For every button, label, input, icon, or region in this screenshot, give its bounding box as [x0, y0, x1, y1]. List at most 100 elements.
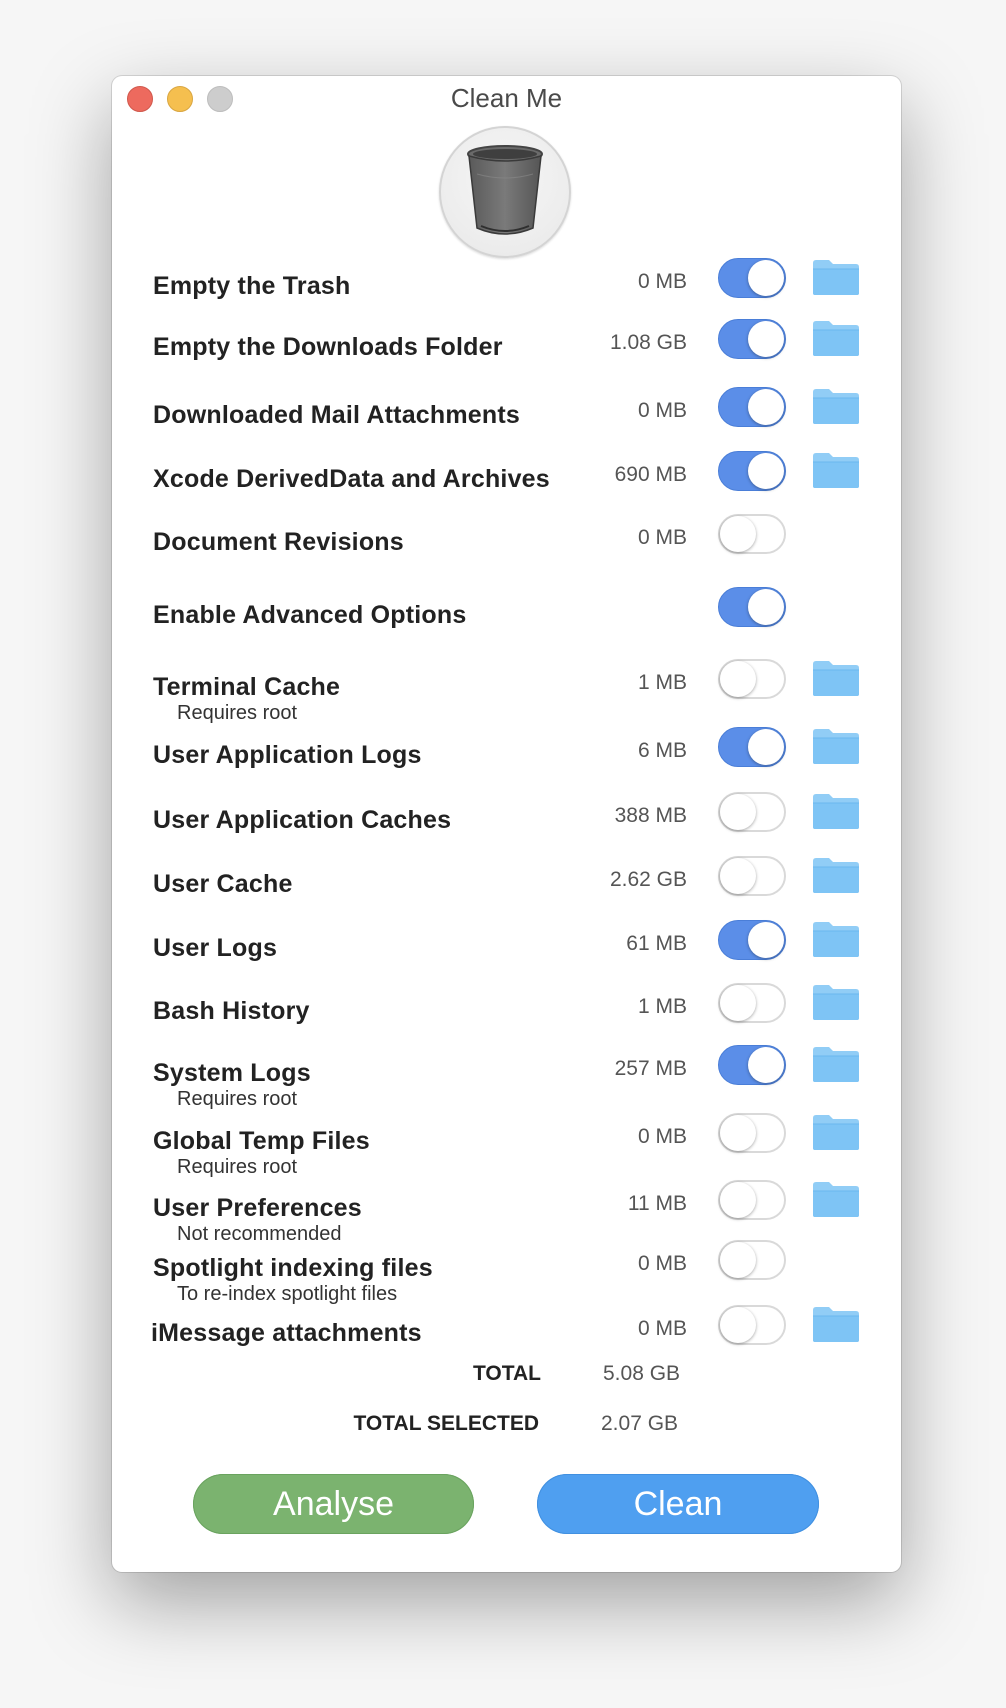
folder-icon[interactable] — [812, 856, 860, 894]
option-row-user-application-caches: User Application Caches 388 MB — [112, 792, 901, 856]
option-size: 1 MB — [637, 995, 687, 1018]
toggle-terminal-cache[interactable] — [718, 659, 786, 699]
option-label: Empty the Downloads Folder — [153, 333, 503, 361]
total-label: TOTAL — [472, 1362, 541, 1385]
folder-icon[interactable] — [812, 1180, 860, 1218]
analyse-button[interactable]: Analyse — [193, 1474, 474, 1534]
option-row-spotlight-indexing-files: Spotlight indexing files To re-index spot… — [112, 1240, 901, 1305]
clean-me-window: Clean Me Empty the Trash 0 MB Empty the Do… — [112, 76, 901, 1572]
option-sublabel: Requires root — [177, 1088, 298, 1110]
option-label: Downloaded Mail Attachments — [153, 401, 521, 429]
folder-icon[interactable] — [812, 1113, 860, 1151]
option-label: User Application Logs — [153, 741, 422, 769]
toggle-knob — [720, 661, 756, 697]
option-label: iMessage attachments — [151, 1319, 422, 1347]
toggle-knob — [720, 1182, 756, 1218]
option-size: 1.08 GB — [609, 331, 687, 354]
folder-icon[interactable] — [812, 920, 860, 958]
toggle-knob — [720, 1242, 756, 1278]
toggle-knob — [748, 589, 784, 625]
folder-icon[interactable] — [812, 792, 860, 830]
folder-icon[interactable] — [812, 659, 860, 697]
toggle-user-application-caches[interactable] — [718, 792, 786, 832]
option-label: Enable Advanced Options — [153, 601, 467, 629]
toggle-bash-history[interactable] — [718, 983, 786, 1023]
folder-icon[interactable] — [812, 983, 860, 1021]
toggle-empty-the-trash[interactable] — [718, 258, 786, 298]
folder-icon[interactable] — [812, 387, 860, 425]
toggle-empty-the-downloads-folder[interactable] — [718, 319, 786, 359]
folder-icon[interactable] — [812, 451, 860, 489]
folder-icon[interactable] — [812, 727, 860, 765]
option-label: Bash History — [153, 997, 310, 1025]
title-bar: Clean Me — [112, 76, 901, 124]
option-label: System Logs — [153, 1059, 311, 1087]
option-size: 0 MB — [637, 399, 687, 422]
toggle-knob — [720, 985, 756, 1021]
option-row-user-preferences: User Preferences Not recommended 11 MB — [112, 1180, 901, 1245]
option-label: Global Temp Files — [153, 1127, 370, 1155]
window-title: Clean Me — [450, 83, 563, 113]
option-size: 11 MB — [627, 1192, 687, 1215]
toggle-enable-advanced-options[interactable] — [718, 587, 786, 627]
total-value: 5.08 GB — [603, 1362, 681, 1385]
option-label: User Application Caches — [153, 806, 452, 834]
option-label: User Logs — [153, 934, 278, 962]
option-row-global-temp-files: Global Temp Files Requires root 0 MB — [112, 1113, 901, 1178]
option-size: 0 MB — [637, 1317, 687, 1340]
option-label: User Preferences — [153, 1194, 362, 1222]
toggle-knob — [748, 260, 784, 296]
toggle-system-logs[interactable] — [718, 1045, 786, 1085]
option-size: 388 MB — [614, 804, 687, 827]
option-sublabel: To re-index spotlight files — [177, 1283, 398, 1305]
toggle-knob — [748, 922, 784, 958]
toggle-user-logs[interactable] — [718, 920, 786, 960]
trash-can-icon — [439, 126, 571, 258]
toggle-user-cache[interactable] — [718, 856, 786, 896]
option-row-empty-the-trash: Empty the Trash 0 MB — [112, 258, 901, 322]
option-label: Empty the Trash — [153, 272, 351, 300]
option-size: 0 MB — [637, 1125, 687, 1148]
option-size: 0 MB — [637, 526, 687, 549]
toggle-user-preferences[interactable] — [718, 1180, 786, 1220]
option-label: Terminal Cache — [153, 673, 341, 701]
toggle-user-application-logs[interactable] — [718, 727, 786, 767]
folder-icon[interactable] — [812, 1045, 860, 1083]
option-size: 0 MB — [637, 270, 687, 293]
toggle-knob — [748, 453, 784, 489]
clean-button[interactable]: Clean — [537, 1474, 819, 1534]
option-size: 2.62 GB — [609, 868, 687, 891]
option-size: 6 MB — [637, 739, 687, 762]
option-row-xcode-deriveddata-and-archives: Xcode DerivedData and Archives 690 MB — [112, 451, 901, 515]
option-label: Document Revisions — [153, 528, 404, 556]
option-label: Xcode DerivedData and Archives — [153, 465, 550, 493]
option-row-system-logs: System Logs Requires root 257 MB — [112, 1045, 901, 1110]
option-label: User Cache — [153, 870, 293, 898]
folder-icon[interactable] — [812, 1305, 860, 1343]
toggle-knob — [720, 794, 756, 830]
toggle-knob — [720, 516, 756, 552]
option-row-document-revisions: Document Revisions 0 MB — [112, 514, 901, 578]
total-selected-value: 2.07 GB — [601, 1412, 679, 1435]
trash-can-graphic — [467, 145, 543, 235]
toggle-knob — [748, 1047, 784, 1083]
toggle-imessage-attachments[interactable] — [718, 1305, 786, 1345]
option-size: 690 MB — [614, 463, 687, 486]
option-size: 0 MB — [637, 1252, 687, 1275]
option-sublabel: Requires root — [177, 702, 298, 724]
folder-icon[interactable] — [812, 319, 860, 357]
option-row-user-cache: User Cache 2.62 GB — [112, 856, 901, 920]
toggle-global-temp-files[interactable] — [718, 1113, 786, 1153]
total-selected-label: TOTAL SELECTED — [353, 1412, 539, 1435]
toggle-downloaded-mail-attachments[interactable] — [718, 387, 786, 427]
toggle-spotlight-indexing-files[interactable] — [718, 1240, 786, 1280]
folder-icon[interactable] — [812, 258, 860, 296]
toggle-knob — [748, 389, 784, 425]
toggle-document-revisions[interactable] — [718, 514, 786, 554]
option-size: 1 MB — [637, 671, 687, 694]
option-sublabel: Requires root — [177, 1156, 298, 1178]
option-row-empty-the-downloads-folder: Empty the Downloads Folder 1.08 GB — [112, 319, 901, 383]
option-row-downloaded-mail-attachments: Downloaded Mail Attachments 0 MB — [112, 387, 901, 451]
toggle-xcode-deriveddata-and-archives[interactable] — [718, 451, 786, 491]
toggle-knob — [720, 1307, 756, 1343]
